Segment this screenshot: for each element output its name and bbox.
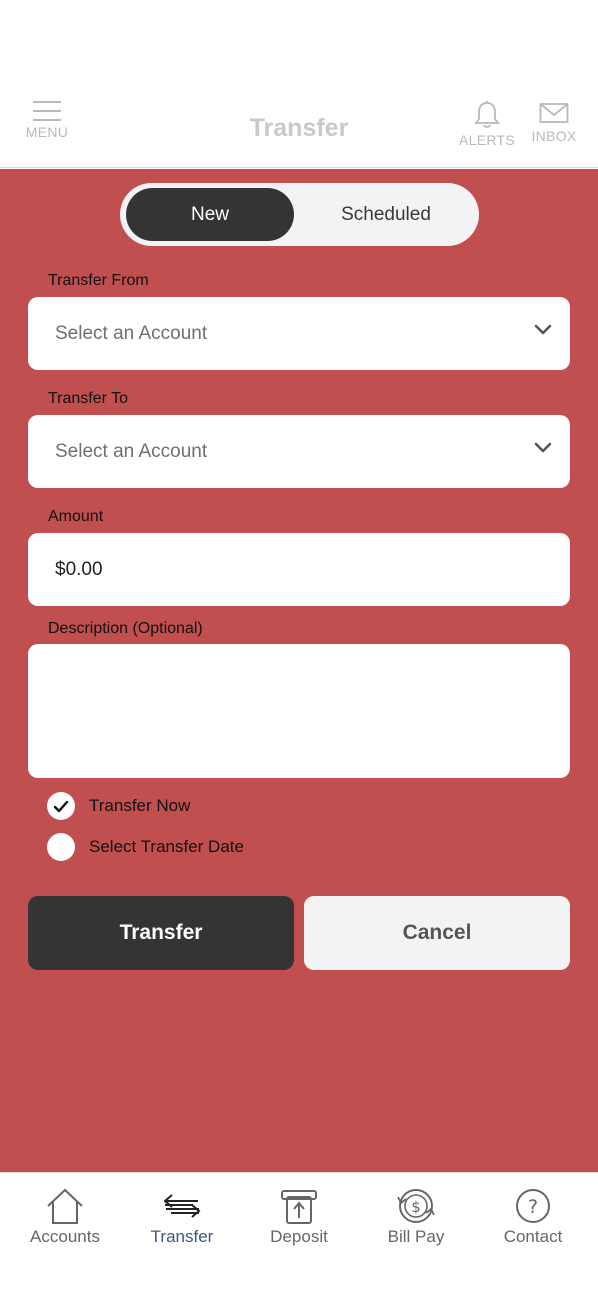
inbox-button[interactable]: INBOX (530, 100, 578, 144)
deposit-icon (281, 1190, 317, 1224)
bill-pay-icon: $ (397, 1189, 435, 1223)
transfer-now-radio[interactable] (47, 792, 75, 820)
tab-bill-pay[interactable]: $ Bill Pay (361, 1187, 471, 1247)
cancel-button[interactable]: Cancel (304, 896, 570, 970)
transfer-arrows-icon (163, 1194, 201, 1218)
transfer-form-panel: New Scheduled Transfer From Select an Ac… (0, 169, 598, 1172)
alerts-label: ALERTS (458, 132, 515, 148)
bell-icon (474, 101, 500, 128)
select-transfer-date-label: Select Transfer Date (89, 837, 244, 856)
svg-text:?: ? (528, 1196, 538, 1218)
tab-accounts-label: Accounts (30, 1227, 100, 1246)
amount-label: Amount (48, 508, 104, 525)
chevron-down-icon (534, 442, 552, 453)
transfer-from-value: Select an Account (55, 322, 208, 344)
tab-deposit[interactable]: Deposit (244, 1187, 354, 1247)
transfer-from-label: Transfer From (48, 272, 149, 289)
select-transfer-date-radio[interactable] (47, 833, 75, 861)
transfer-now-label: Transfer Now (89, 796, 191, 815)
transfer-now-option[interactable]: Transfer Now (47, 792, 190, 820)
description-textarea[interactable] (28, 644, 570, 778)
transfer-button[interactable]: Transfer (28, 896, 294, 970)
home-icon (47, 1188, 83, 1224)
inbox-label: INBOX (531, 128, 577, 144)
chevron-down-icon (534, 324, 552, 335)
amount-input[interactable]: $0.00 (28, 533, 570, 606)
top-header: MENU Transfer ALERTS INBOX (0, 0, 598, 168)
tab-deposit-label: Deposit (270, 1227, 328, 1246)
tab-accounts[interactable]: Accounts (10, 1187, 120, 1247)
amount-value: $0.00 (55, 558, 103, 580)
segment-scheduled[interactable]: Scheduled (300, 188, 472, 241)
tab-transfer-label: Transfer (150, 1227, 214, 1246)
question-icon: ? (516, 1189, 550, 1223)
alerts-button[interactable]: ALERTS (456, 100, 518, 148)
svg-text:$: $ (411, 1198, 421, 1216)
tab-contact-label: Contact (503, 1227, 563, 1246)
select-transfer-date-option[interactable]: Select Transfer Date (47, 833, 244, 861)
transfer-to-label: Transfer To (48, 390, 129, 407)
tab-contact[interactable]: ? Contact (478, 1187, 588, 1247)
segment-new[interactable]: New (126, 188, 294, 241)
new-scheduled-segmented-control: New Scheduled (120, 183, 479, 246)
checkmark-icon (53, 800, 69, 812)
transfer-to-select[interactable]: Select an Account (28, 415, 570, 488)
bottom-tab-bar: Accounts Transfer Deposit $ Bill Pay ? C… (0, 1172, 598, 1300)
description-label: Description (Optional) (48, 620, 203, 637)
transfer-from-select[interactable]: Select an Account (28, 297, 570, 370)
tab-transfer[interactable]: Transfer (127, 1187, 237, 1247)
envelope-icon (539, 103, 569, 123)
transfer-to-value: Select an Account (55, 440, 208, 462)
tab-bill-pay-label: Bill Pay (387, 1227, 445, 1246)
